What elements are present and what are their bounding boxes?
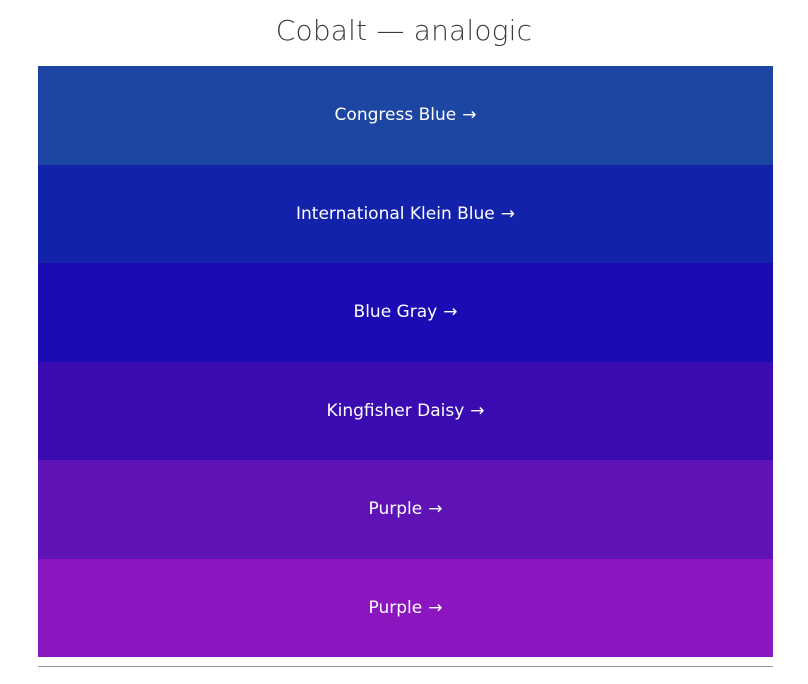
swatch-purple-2[interactable]: Purple → (38, 558, 773, 657)
swatch-label: Purple (368, 499, 423, 520)
arrow-right-icon: → (462, 105, 477, 126)
arrow-right-icon: → (443, 302, 458, 323)
arrow-right-icon: → (428, 597, 443, 618)
swatch-blue-gray[interactable]: Blue Gray → (38, 263, 773, 362)
swatch-list: Congress Blue → International Klein Blue… (38, 66, 773, 657)
swatch-label: International Klein Blue (295, 203, 495, 224)
arrow-right-icon: → (470, 400, 485, 421)
swatch-purple-1[interactable]: Purple → (38, 460, 773, 559)
arrow-right-icon: → (500, 203, 515, 224)
swatch-label: Congress Blue (334, 105, 457, 126)
swatch-international-klein-blue[interactable]: International Klein Blue → (38, 164, 773, 263)
swatch-label: Blue Gray (353, 302, 438, 323)
swatch-label: Kingfisher Daisy (326, 400, 465, 421)
divider (38, 666, 773, 667)
swatch-kingfisher-daisy[interactable]: Kingfisher Daisy → (38, 361, 773, 460)
arrow-right-icon: → (428, 499, 443, 520)
swatch-congress-blue[interactable]: Congress Blue → (38, 66, 773, 165)
swatch-label: Purple (368, 597, 423, 618)
page-title: Cobalt — analogic (275, 14, 533, 47)
